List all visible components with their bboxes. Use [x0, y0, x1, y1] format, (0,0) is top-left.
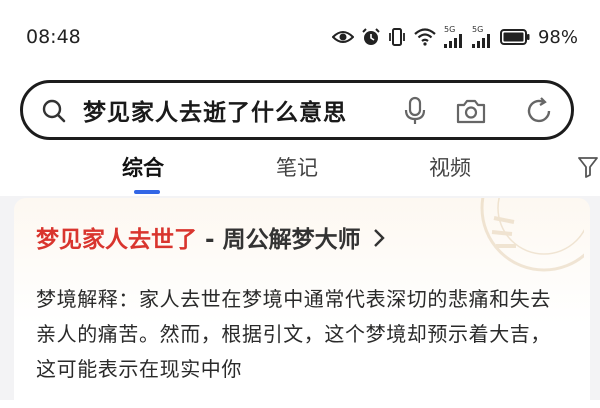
search-bar[interactable] — [20, 80, 574, 140]
eye-icon — [331, 29, 354, 45]
network-tag: 5G — [443, 25, 456, 34]
refresh-icon[interactable] — [523, 95, 555, 131]
vibrate-icon — [388, 27, 406, 47]
network-indicator-1: 5G — [443, 25, 464, 48]
filter-icon[interactable] — [578, 156, 598, 182]
result-title: 梦见家人去世了 — [36, 227, 197, 253]
network-tag: 5G — [471, 25, 484, 34]
signal-icon — [443, 34, 462, 48]
status-time: 08:48 — [26, 26, 81, 48]
network-indicator-2: 5G — [471, 25, 492, 48]
tab-videos[interactable]: 视频 — [429, 152, 471, 182]
search-icon — [41, 98, 67, 128]
tab-bar: 综合 笔记 视频 — [0, 148, 600, 196]
search-input[interactable] — [83, 92, 403, 128]
battery-percent: 98% — [537, 26, 578, 48]
tab-notes[interactable]: 笔记 — [276, 152, 318, 182]
result-snippet: 梦境解释：家人去世在梦境中通常代表深切的悲痛和失去亲人的痛苦。然而，根据引文，这… — [36, 287, 551, 381]
result-source: 周公解梦大师 — [222, 227, 361, 253]
status-bar: 08:48 5G 5G 98% — [0, 0, 600, 78]
title-separator: - — [197, 227, 223, 253]
battery-icon — [499, 29, 530, 45]
tab-comprehensive[interactable]: 综合 — [122, 152, 164, 182]
result-card[interactable]: 梦见家人去世了 - 周公解梦大师 梦境解释：家人去世在梦境中通常代表深切的悲痛和… — [14, 144, 600, 408]
signal-icon — [471, 34, 490, 48]
wifi-icon — [414, 28, 436, 46]
mic-icon[interactable] — [403, 96, 427, 130]
result-title-link[interactable]: 梦见家人去世了 - 周公解梦大师 — [36, 220, 385, 254]
active-tab-indicator — [134, 190, 160, 194]
status-icons: 5G 5G 98% — [331, 24, 578, 50]
camera-icon[interactable] — [455, 97, 487, 129]
chevron-right-icon — [373, 228, 385, 254]
alarm-icon — [362, 28, 380, 46]
bagua-watermark-icon — [434, 144, 600, 282]
